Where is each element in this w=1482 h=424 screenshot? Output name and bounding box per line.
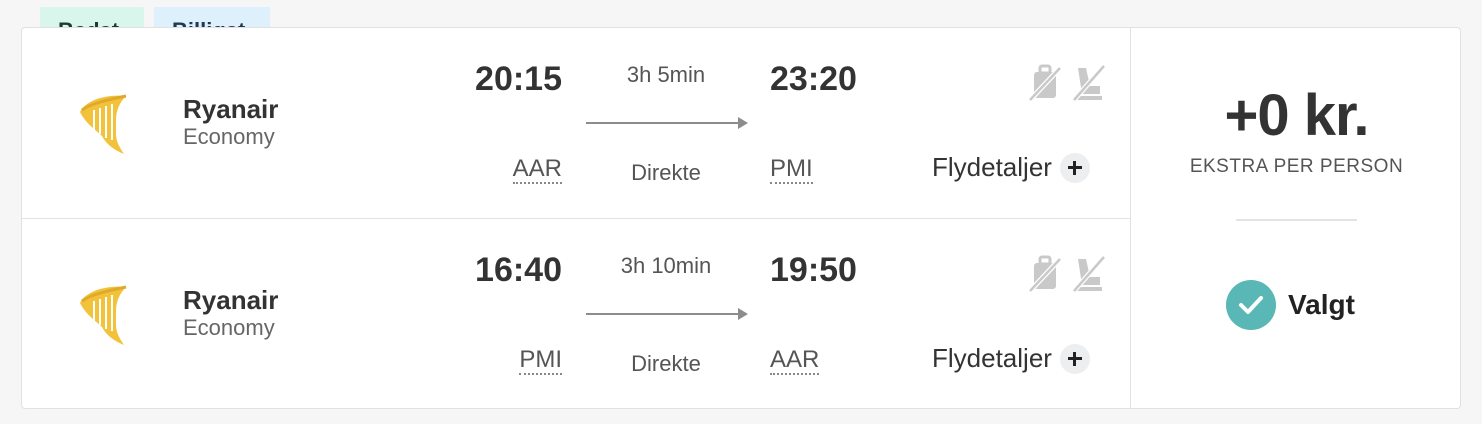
cabin-class: Economy: [183, 315, 275, 340]
route-arrow: [586, 117, 748, 129]
stops-label: Direkte: [631, 160, 701, 185]
cabin-class: Economy: [183, 124, 275, 149]
no-seat-selection-icon: [1072, 255, 1106, 293]
origin-airport-code[interactable]: AAR: [512, 156, 562, 184]
flight-details-button[interactable]: Flydetaljer: [932, 343, 1090, 374]
destination-airport-code[interactable]: PMI: [770, 156, 813, 184]
selected-label: Valgt: [1288, 289, 1355, 320]
selected-indicator[interactable]: Valgt: [1226, 280, 1355, 330]
flight-duration: 3h 5min: [626, 62, 706, 87]
arrival-time: 23:20: [770, 60, 857, 98]
flight-details-button[interactable]: Flydetaljer: [932, 152, 1090, 183]
destination-airport-code[interactable]: AAR: [770, 347, 820, 375]
flight-result-card[interactable]: Ryanair Economy 20:15 3h 5min 23:20 AAR …: [21, 27, 1461, 409]
plus-icon: [1059, 343, 1090, 374]
airline-name: Ryanair: [183, 94, 279, 124]
departure-time: 20:15: [475, 60, 562, 98]
origin-airport-code[interactable]: PMI: [519, 347, 562, 375]
stops-label: Direkte: [631, 351, 701, 376]
departure-time: 16:40: [475, 251, 562, 289]
price-divider: [1236, 219, 1357, 221]
no-seat-selection-icon: [1072, 64, 1106, 102]
price-subtitle: EKSTRA PER PERSON: [1189, 156, 1404, 177]
price-amount: +0 kr.: [1224, 83, 1370, 148]
no-baggage-icon: [1028, 64, 1062, 102]
plus-icon: [1059, 152, 1090, 183]
outbound-leg: Ryanair Economy 20:15 3h 5min 23:20 AAR …: [22, 28, 1130, 218]
return-leg: Ryanair Economy 16:40 3h 10min 19:50 PMI…: [22, 219, 1130, 409]
ryanair-harp-icon: [80, 285, 127, 345]
price-panel[interactable]: +0 kr. EKSTRA PER PERSON Valgt: [1131, 28, 1462, 408]
no-baggage-icon: [1028, 255, 1062, 293]
check-icon: [1226, 280, 1276, 330]
route-arrow: [586, 308, 748, 320]
flight-details-label: Flydetaljer: [932, 152, 1052, 182]
ryanair-harp-icon: [80, 94, 127, 154]
flight-duration: 3h 10min: [620, 253, 712, 278]
arrival-time: 19:50: [770, 251, 857, 289]
flight-details-label: Flydetaljer: [932, 343, 1052, 373]
airline-name: Ryanair: [183, 285, 279, 315]
